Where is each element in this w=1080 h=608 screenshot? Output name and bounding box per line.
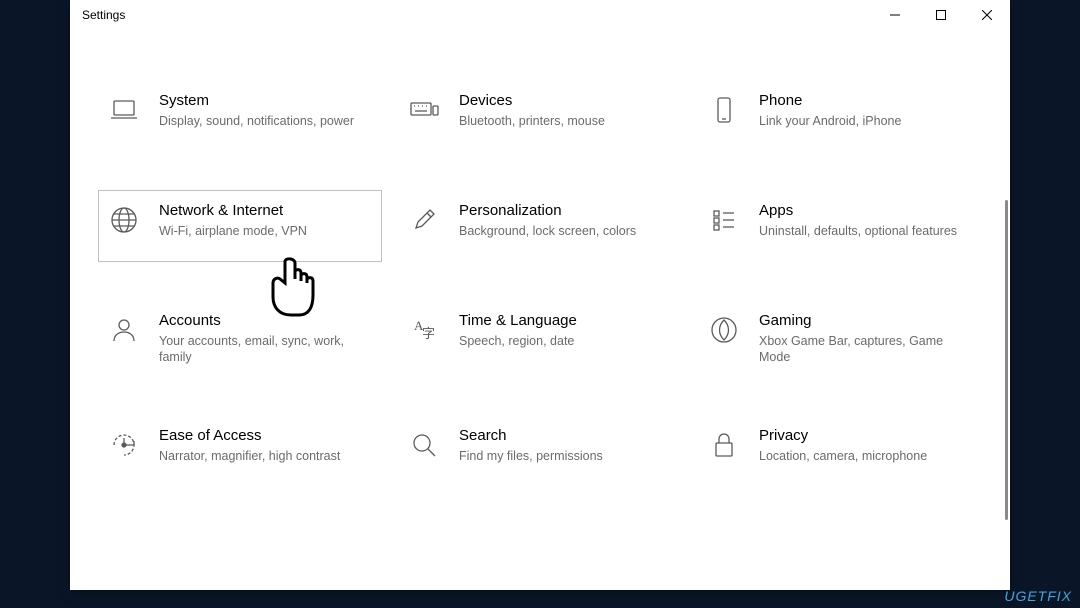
tile-devices[interactable]: Devices Bluetooth, printers, mouse: [398, 80, 682, 152]
tile-gaming[interactable]: Gaming Xbox Game Bar, captures, Game Mod…: [698, 300, 982, 377]
tile-text: Phone Link your Android, iPhone: [759, 91, 973, 129]
tile-desc: Link your Android, iPhone: [759, 113, 967, 130]
tile-time-language[interactable]: A字 Time & Language Speech, region, date: [398, 300, 682, 377]
tile-apps[interactable]: Apps Uninstall, defaults, optional featu…: [698, 190, 982, 262]
watermark: UGETFIX: [1004, 588, 1072, 604]
tile-text: System Display, sound, notifications, po…: [159, 91, 373, 129]
tile-text: Privacy Location, camera, microphone: [759, 426, 973, 464]
settings-window: Settings System Display, sound, notifica…: [70, 0, 1010, 590]
tile-desc: Bluetooth, printers, mouse: [459, 113, 667, 130]
tile-title: System: [159, 91, 367, 111]
tile-desc: Speech, region, date: [459, 333, 667, 350]
close-button[interactable]: [964, 0, 1010, 30]
tile-desc: Location, camera, microphone: [759, 448, 967, 465]
tile-title: Gaming: [759, 311, 967, 331]
tile-title: Network & Internet: [159, 201, 367, 221]
tile-text: Time & Language Speech, region, date: [459, 311, 673, 349]
minimize-button[interactable]: [872, 0, 918, 30]
phone-icon: [707, 93, 741, 127]
tile-desc: Your accounts, email, sync, work, family: [159, 333, 367, 367]
tile-ease-of-access[interactable]: Ease of Access Narrator, magnifier, high…: [98, 415, 382, 487]
apps-list-icon: [707, 203, 741, 237]
tile-text: Gaming Xbox Game Bar, captures, Game Mod…: [759, 311, 973, 366]
titlebar: Settings: [70, 0, 1010, 30]
lock-icon: [707, 428, 741, 462]
globe-icon: [107, 203, 141, 237]
tile-desc: Wi-Fi, airplane mode, VPN: [159, 223, 367, 240]
tile-title: Accounts: [159, 311, 367, 331]
language-icon: A字: [407, 313, 441, 347]
tile-accounts[interactable]: Accounts Your accounts, email, sync, wor…: [98, 300, 382, 377]
tile-desc: Find my files, permissions: [459, 448, 667, 465]
ease-of-access-icon: [107, 428, 141, 462]
window-controls: [872, 0, 1010, 30]
tile-title: Devices: [459, 91, 667, 111]
tile-personalization[interactable]: Personalization Background, lock screen,…: [398, 190, 682, 262]
person-icon: [107, 313, 141, 347]
tile-title: Ease of Access: [159, 426, 367, 446]
settings-content: System Display, sound, notifications, po…: [70, 30, 1010, 590]
gaming-icon: [707, 313, 741, 347]
tile-phone[interactable]: Phone Link your Android, iPhone: [698, 80, 982, 152]
laptop-icon: [107, 93, 141, 127]
paintbrush-icon: [407, 203, 441, 237]
tile-privacy[interactable]: Privacy Location, camera, microphone: [698, 415, 982, 487]
tile-text: Network & Internet Wi-Fi, airplane mode,…: [159, 201, 373, 239]
tile-title: Phone: [759, 91, 967, 111]
search-icon: [407, 428, 441, 462]
tile-desc: Background, lock screen, colors: [459, 223, 667, 240]
tile-text: Accounts Your accounts, email, sync, wor…: [159, 311, 373, 366]
tile-text: Search Find my files, permissions: [459, 426, 673, 464]
tile-title: Privacy: [759, 426, 967, 446]
tile-text: Apps Uninstall, defaults, optional featu…: [759, 201, 973, 239]
tile-title: Time & Language: [459, 311, 667, 331]
scrollbar[interactable]: [1005, 200, 1008, 520]
tile-title: Apps: [759, 201, 967, 221]
tile-title: Search: [459, 426, 667, 446]
tile-search[interactable]: Search Find my files, permissions: [398, 415, 682, 487]
settings-grid: System Display, sound, notifications, po…: [98, 80, 982, 487]
keyboard-icon: [407, 93, 441, 127]
tile-text: Devices Bluetooth, printers, mouse: [459, 91, 673, 129]
tile-network-internet[interactable]: Network & Internet Wi-Fi, airplane mode,…: [98, 190, 382, 262]
tile-desc: Display, sound, notifications, power: [159, 113, 367, 130]
maximize-button[interactable]: [918, 0, 964, 30]
tile-title: Personalization: [459, 201, 667, 221]
tile-system[interactable]: System Display, sound, notifications, po…: [98, 80, 382, 152]
svg-text:字: 字: [422, 326, 435, 341]
window-title: Settings: [82, 8, 125, 22]
tile-text: Personalization Background, lock screen,…: [459, 201, 673, 239]
tile-text: Ease of Access Narrator, magnifier, high…: [159, 426, 373, 464]
tile-desc: Narrator, magnifier, high contrast: [159, 448, 367, 465]
tile-desc: Uninstall, defaults, optional features: [759, 223, 967, 240]
tile-desc: Xbox Game Bar, captures, Game Mode: [759, 333, 967, 367]
